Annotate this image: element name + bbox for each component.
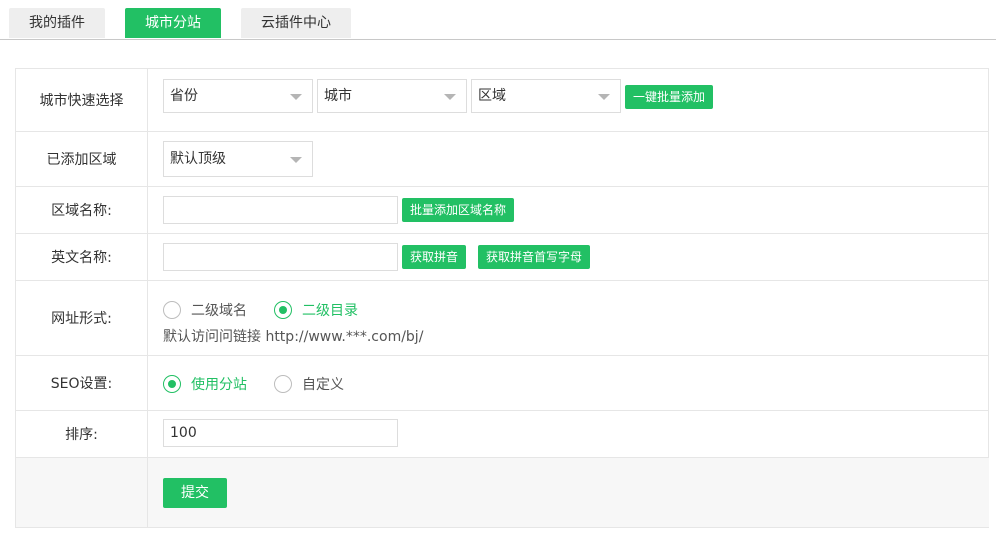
chevron-down-icon [290,94,302,100]
sort-input[interactable] [163,419,398,447]
radio-subdirectory[interactable]: 二级目录 [274,300,358,320]
get-pinyin-initials-button[interactable]: 获取拼音首写字母 [478,245,591,269]
radio-subdirectory-label: 二级目录 [302,303,358,319]
radio-use-substation-label: 使用分站 [191,377,247,393]
chevron-down-icon [444,94,456,100]
batch-add-button[interactable]: 一键批量添加 [625,85,714,109]
province-select-value: 省份 [170,88,198,104]
seo-label: SEO设置: [16,356,148,410]
empty-label-cell [16,458,148,527]
row-area-name: 区域名称: 批量添加区域名称 [16,187,989,234]
city-quick-select-label: 城市快速选择 [16,69,148,131]
added-area-select-value: 默认顶级 [170,151,226,167]
row-city-quick-select: 城市快速选择 省份 城市 区域 一键批量添加 [16,69,989,132]
added-area-label: 已添加区域 [16,132,148,186]
url-form-label: 网址形式: [16,281,148,355]
chevron-down-icon [598,94,610,100]
radio-custom[interactable]: 自定义 [274,374,344,394]
sort-label: 排序: [16,411,148,457]
radio-circle-checked-icon [274,301,292,319]
area-name-input[interactable] [163,196,398,224]
english-name-label: 英文名称: [16,234,148,280]
district-select[interactable]: 区域 [471,79,621,113]
tab-bar: 我的插件 城市分站 云插件中心 [0,0,996,40]
district-select-value: 区域 [478,88,506,104]
city-select[interactable]: 城市 [317,79,467,113]
tab-cloud-plugin-center[interactable]: 云插件中心 [241,8,351,38]
province-select[interactable]: 省份 [163,79,313,113]
row-seo: SEO设置: 使用分站 自定义 [16,356,989,411]
row-added-area: 已添加区域 默认顶级 [16,132,989,187]
tab-my-plugins[interactable]: 我的插件 [9,8,105,38]
added-area-select[interactable]: 默认顶级 [163,141,313,177]
row-url-form: 网址形式: 二级域名 二级目录 默认访问问链接 http://www.***.c… [16,281,989,356]
get-pinyin-button[interactable]: 获取拼音 [402,245,467,269]
row-sort: 排序: [16,411,989,458]
chevron-down-icon [290,157,302,163]
area-name-label: 区域名称: [16,187,148,233]
tab-city-substation[interactable]: 城市分站 [125,8,221,38]
batch-add-area-name-button[interactable]: 批量添加区域名称 [402,198,515,222]
radio-custom-label: 自定义 [302,377,344,393]
english-name-input[interactable] [163,243,398,271]
submit-button[interactable]: 提交 [163,478,227,508]
substation-form: 城市快速选择 省份 城市 区域 一键批量添加 已添加区域 默认顶级 区域名称: … [15,68,989,528]
row-submit: 提交 [16,458,989,527]
radio-circle-icon [163,301,181,319]
radio-subdomain-label: 二级域名 [191,303,247,319]
radio-subdomain[interactable]: 二级域名 [163,300,247,320]
row-english-name: 英文名称: 获取拼音 获取拼音首写字母 [16,234,989,281]
default-link-hint: 默认访问问链接 http://www.***.com/bj/ [163,329,424,345]
radio-use-substation[interactable]: 使用分站 [163,374,247,394]
city-select-value: 城市 [324,88,352,104]
radio-circle-icon [274,375,292,393]
radio-circle-checked-icon [163,375,181,393]
